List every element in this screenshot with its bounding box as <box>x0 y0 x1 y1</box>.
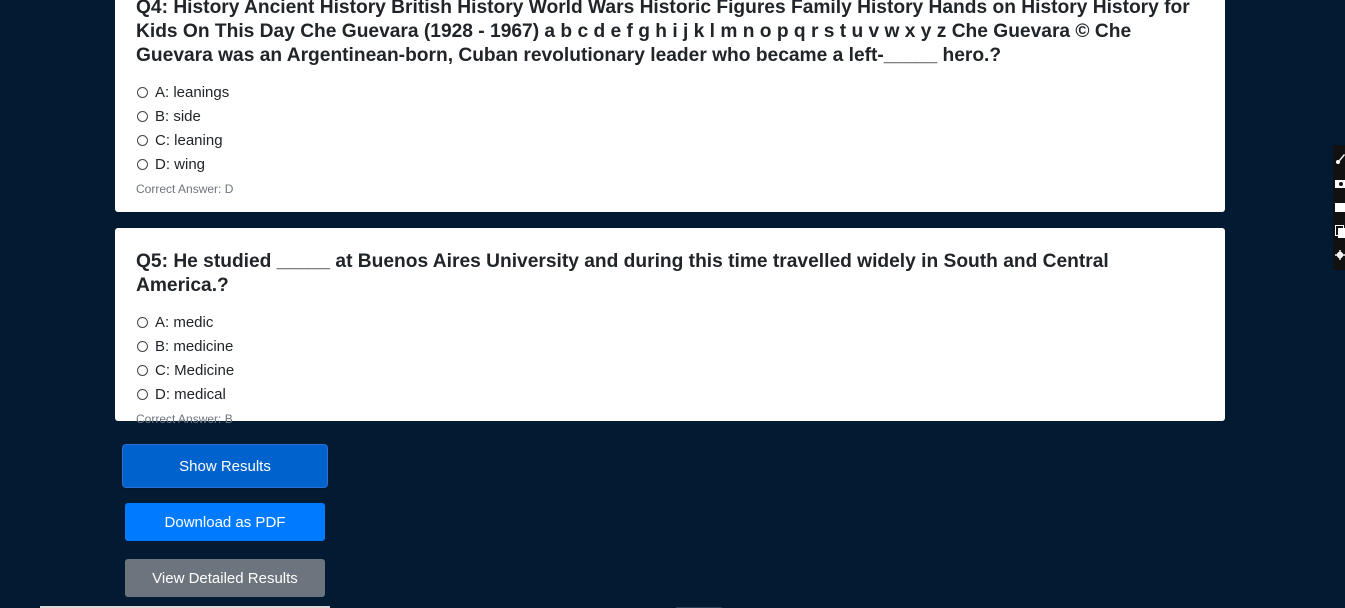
option-label: D: wing <box>155 155 206 173</box>
radio-button[interactable] <box>137 340 148 352</box>
question-text: Q5: He studied _____ at Buenos Aires Uni… <box>136 251 1109 296</box>
option-c[interactable]: C: Medicine <box>136 358 1204 382</box>
options-list: A: leanings B: side C: leaning D: wing <box>136 80 1204 176</box>
radio-button[interactable] <box>137 134 148 146</box>
option-d[interactable]: D: wing <box>136 152 1204 176</box>
option-b[interactable]: B: medicine <box>136 334 1204 358</box>
radio-button[interactable] <box>137 86 148 98</box>
view-detailed-results-button[interactable]: View Detailed Results <box>125 559 325 597</box>
radio-button[interactable] <box>137 316 148 328</box>
question-text: Q4: History Ancient History British Hist… <box>136 0 1190 66</box>
radio-button[interactable] <box>137 110 148 122</box>
option-a[interactable]: A: leanings <box>136 80 1204 104</box>
quiz-results-page: Q4: History Ancient History British Hist… <box>0 0 1345 608</box>
option-b[interactable]: B: side <box>136 104 1204 128</box>
question-card-q4: Q4: History Ancient History British Hist… <box>115 0 1225 212</box>
option-d[interactable]: D: medical <box>136 382 1204 406</box>
brush-icon[interactable] <box>1335 149 1345 169</box>
option-label: D: medical <box>155 385 226 403</box>
download-pdf-button[interactable]: Download as PDF <box>125 503 325 541</box>
option-label: A: medic <box>155 313 214 331</box>
option-c[interactable]: C: leaning <box>136 128 1204 152</box>
correct-answer: Correct Answer: D <box>136 182 234 196</box>
gear-icon[interactable] <box>1335 245 1345 265</box>
options-list: A: medic B: medicine C: Medicine D: medi… <box>136 310 1204 406</box>
side-toolbar <box>1333 145 1345 270</box>
option-label: A: leanings <box>155 83 230 101</box>
option-label: C: leaning <box>155 131 223 149</box>
copy-icon[interactable] <box>1335 221 1345 241</box>
show-results-button[interactable]: Show Results <box>123 445 327 487</box>
radio-button[interactable] <box>137 388 148 400</box>
option-label: B: side <box>155 107 201 125</box>
camera-icon[interactable] <box>1335 173 1345 193</box>
option-label: C: Medicine <box>155 361 235 379</box>
option-a[interactable]: A: medic <box>136 310 1204 334</box>
radio-button[interactable] <box>137 364 148 376</box>
square-icon[interactable] <box>1335 197 1345 217</box>
correct-answer: Correct Answer: B <box>136 412 233 426</box>
question-card-q5: Q5: He studied _____ at Buenos Aires Uni… <box>115 228 1225 426</box>
option-label: B: medicine <box>155 337 234 355</box>
radio-button[interactable] <box>137 158 148 170</box>
